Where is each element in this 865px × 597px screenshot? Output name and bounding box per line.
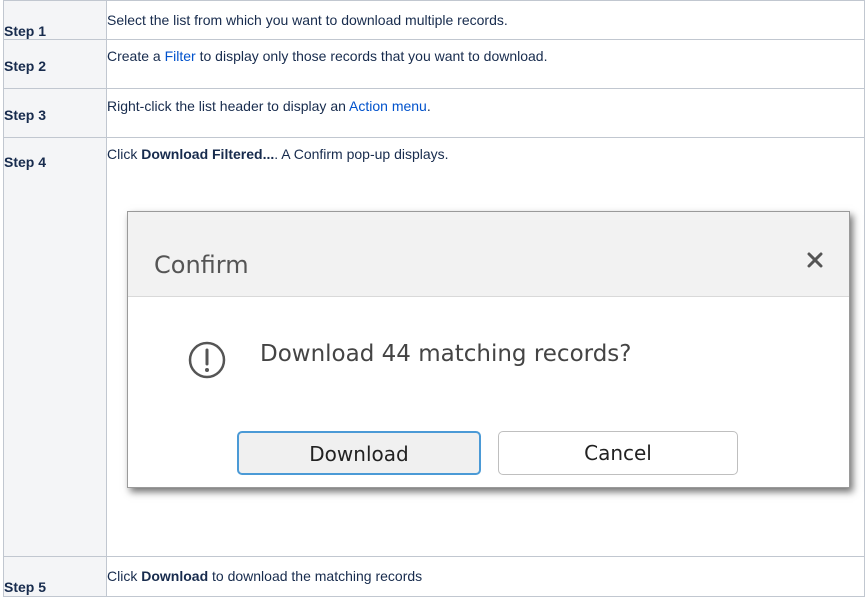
step-description: Right-click the list header to display a… xyxy=(107,98,431,114)
close-icon[interactable] xyxy=(801,246,829,274)
step-label: Step 3 xyxy=(4,107,47,123)
action-menu-link[interactable]: Action menu xyxy=(349,98,427,114)
confirm-dialog-screenshot: Confirm Download 44 matching records? Do… xyxy=(127,211,850,488)
step-row: Step 3 Right-click the list header to di… xyxy=(3,88,865,138)
step-row: Step 5 Click Download to download the ma… xyxy=(3,556,865,597)
cancel-button[interactable]: Cancel xyxy=(498,431,738,475)
step-label: Step 4 xyxy=(4,154,47,170)
filter-link[interactable]: Filter xyxy=(165,48,196,64)
dialog-header: Confirm xyxy=(128,212,849,297)
exclamation-circle-icon xyxy=(187,340,227,380)
step-label: Step 5 xyxy=(4,579,47,595)
download-button[interactable]: Download xyxy=(237,431,481,475)
step-label: Step 2 xyxy=(4,58,47,74)
dialog-message: Download 44 matching records? xyxy=(260,341,632,367)
step-label: Step 1 xyxy=(4,23,47,39)
step-row: Step 1 Select the list from which you wa… xyxy=(3,0,865,40)
step-description: Click Download to download the matching … xyxy=(107,568,423,584)
step-description: Click Download Filtered.... A Confirm po… xyxy=(107,146,449,162)
dialog-title: Confirm xyxy=(154,251,249,279)
step-row: Step 2 Create a Filter to display only t… xyxy=(3,39,865,89)
step-description: Select the list from which you want to d… xyxy=(107,12,508,28)
step-description: Create a Filter to display only those re… xyxy=(107,48,548,64)
